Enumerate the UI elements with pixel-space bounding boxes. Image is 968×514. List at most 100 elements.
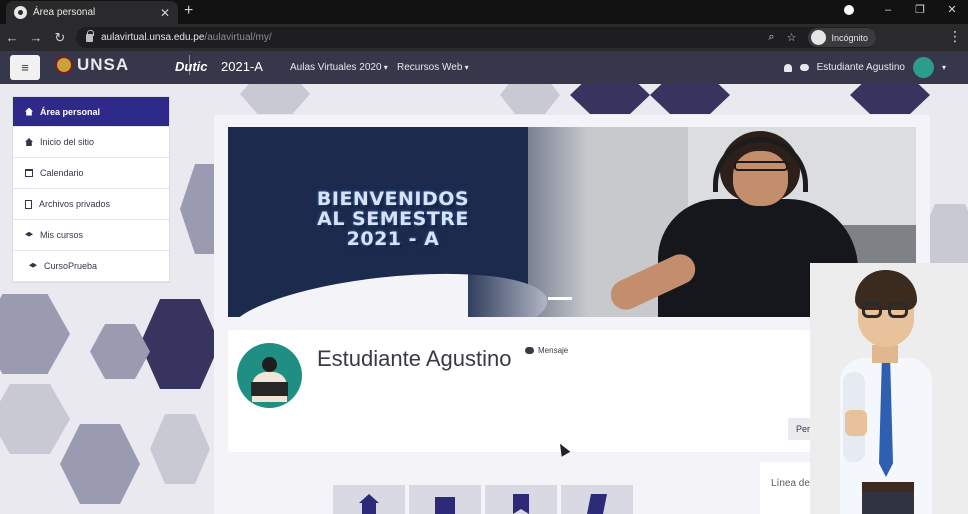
home-icon <box>359 494 379 514</box>
graduation-cap-icon <box>25 231 33 237</box>
banner-line-3: 2021 - A <box>346 228 440 250</box>
profile-name: Estudiante Agustino <box>317 346 512 371</box>
tile-calendar[interactable] <box>409 485 481 514</box>
messages-icon[interactable] <box>799 64 809 71</box>
drawer-item-calendario[interactable]: Calendario <box>13 158 169 189</box>
banner-line-1: BIENVENIDOS <box>316 188 470 210</box>
tile-bookmark[interactable] <box>485 485 557 514</box>
decor-hexagon <box>0 294 70 374</box>
url-host: aulavirtual.unsa.edu.pe <box>101 32 205 43</box>
drawer-item-label: Archivos privados <box>39 199 111 209</box>
message-icon <box>525 347 534 354</box>
drawer-item-area-personal[interactable]: Área personal <box>13 97 169 127</box>
drawer-item-label: CursoPrueba <box>44 261 98 271</box>
bookmark-icon <box>513 494 529 514</box>
unsa-brand-text: UNSA <box>77 55 130 74</box>
message-link[interactable]: Mensaje <box>525 346 568 355</box>
browser-tab[interactable]: Área personal ✕ <box>6 1 178 24</box>
url-field[interactable]: aulavirtual.unsa.edu.pe /aulavirtual/my/… <box>76 27 876 48</box>
quick-access-tiles <box>333 485 633 514</box>
bookmark-star-icon[interactable]: ☆ <box>787 31 797 44</box>
menu-aulas-virtuales[interactable]: Aulas Virtuales 2020 <box>290 62 388 73</box>
calendar-icon <box>435 497 455 514</box>
decor-hexagon <box>500 84 560 114</box>
profile-avatar[interactable] <box>237 343 302 408</box>
incognito-badge[interactable]: Incógnito <box>808 28 876 47</box>
browser-menu-icon[interactable]: ⋮ <box>948 28 962 45</box>
decor-hexagon <box>0 384 70 454</box>
new-tab-icon[interactable]: + <box>184 2 193 20</box>
drawer-item-label: Área personal <box>40 106 101 117</box>
user-avatar[interactable] <box>912 57 934 78</box>
drawer-item-label: Calendario <box>40 168 84 178</box>
character-glasses-right <box>888 302 908 318</box>
reload-icon[interactable]: ↻ <box>48 30 72 46</box>
notifications-bell-icon[interactable] <box>783 63 792 72</box>
banner-line-2: AL SEMESTRE <box>317 208 469 230</box>
menu-recursos-web[interactable]: Recursos Web <box>397 62 469 73</box>
timeline-block-title: Línea de <box>771 478 810 489</box>
close-tab-icon[interactable]: ✕ <box>160 6 170 20</box>
message-label: Mensaje <box>538 346 569 355</box>
home-icon <box>25 138 33 146</box>
decor-hexagon <box>90 324 150 379</box>
drawer-item-archivos-privados[interactable]: Archivos privados <box>13 189 169 220</box>
address-bar-row: ← → ↻ aulavirtual.unsa.edu.pe /aulavirtu… <box>0 24 968 51</box>
browser-tab-bar: Área personal ✕ + – ❐ ✕ <box>0 0 968 24</box>
avatar-book <box>251 382 288 396</box>
moodle-favicon-icon <box>14 6 27 19</box>
character-pants <box>862 492 914 514</box>
site-navbar: ≡ UNSA Dutic 2021-A Aulas Virtuales 2020… <box>0 51 968 84</box>
tile-book[interactable] <box>561 485 633 514</box>
unsa-logo[interactable]: UNSA <box>55 55 194 75</box>
restore-icon[interactable]: ❐ <box>904 3 936 16</box>
close-window-icon[interactable]: ✕ <box>936 3 968 16</box>
decor-hexagon <box>650 84 730 114</box>
user-area: Estudiante Agustino ▾ <box>783 57 946 78</box>
banner-title: BIENVENIDOS AL SEMESTRE 2021 - A <box>268 189 518 249</box>
tile-home[interactable] <box>333 485 405 514</box>
semester-label: 2021-A <box>221 59 263 74</box>
graduation-cap-icon <box>29 262 37 268</box>
character-glasses-left <box>862 302 882 318</box>
record-indicator-icon <box>844 4 854 15</box>
book-icon <box>587 494 607 514</box>
tab-title: Área personal <box>33 7 96 18</box>
decor-hexagon <box>240 84 310 114</box>
back-icon[interactable]: ← <box>0 30 24 45</box>
incognito-label: Incógnito <box>831 32 868 43</box>
decor-hexagon <box>570 84 650 114</box>
incognito-icon <box>811 30 827 45</box>
search-icon[interactable]: ⌕ <box>768 31 774 44</box>
decor-hexagon <box>60 424 140 504</box>
minimize-icon[interactable]: – <box>872 4 904 16</box>
user-menu-caret-icon[interactable]: ▾ <box>942 63 946 72</box>
file-icon <box>25 199 32 209</box>
forward-icon[interactable]: → <box>24 30 48 45</box>
drawer-item-mis-cursos[interactable]: Mis cursos <box>13 220 169 251</box>
omnibox-actions: ⌕ ☆ Incógnito <box>768 28 876 47</box>
character-belt <box>862 482 914 492</box>
character-hand <box>845 410 867 436</box>
decor-hexagon <box>150 414 210 484</box>
home-icon <box>25 107 33 116</box>
calendar-icon <box>25 169 33 177</box>
drawer-toggle-button[interactable]: ≡ <box>10 55 40 80</box>
dutic-logo[interactable]: Dutic <box>175 59 208 74</box>
lock-icon <box>86 29 94 42</box>
drawer-item-label: Mis cursos <box>40 230 84 240</box>
window-controls: – ❐ ✕ <box>844 3 968 16</box>
headphones-icon <box>713 137 808 192</box>
character-neck <box>872 345 898 363</box>
decor-hexagon <box>850 84 930 114</box>
unsa-seal-icon <box>55 56 73 74</box>
drawer-item-inicio-del-sitio[interactable]: Inicio del sitio <box>13 127 169 158</box>
avatar-head <box>262 357 277 372</box>
url-path: /aulavirtual/my/ <box>204 32 272 43</box>
banner-slider-indicator[interactable] <box>548 297 572 300</box>
nav-drawer: Área personal Inicio del sitio Calendari… <box>12 96 170 283</box>
drawer-item-label: Inicio del sitio <box>40 137 95 147</box>
navbar-user-name[interactable]: Estudiante Agustino <box>817 62 905 73</box>
drawer-item-cursoprueba[interactable]: CursoPrueba <box>13 251 169 282</box>
decor-hexagon <box>140 299 220 389</box>
